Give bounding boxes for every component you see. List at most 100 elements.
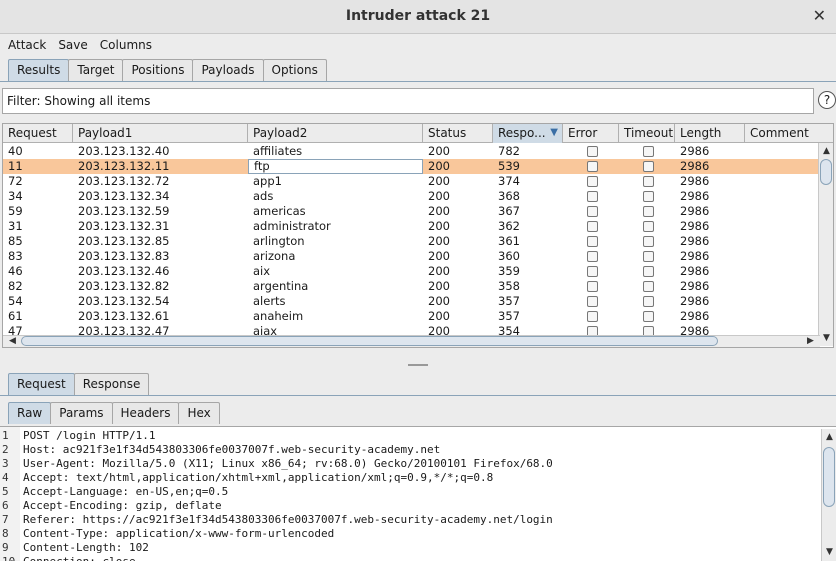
table-vscroll-thumb[interactable]: [820, 159, 832, 185]
table-row[interactable]: 85 203.123.132.85 arlington 200 361 2986: [3, 234, 820, 249]
editor-vscroll[interactable]: ▲ ▼: [821, 429, 836, 561]
error-checkbox[interactable]: [587, 206, 598, 217]
error-checkbox[interactable]: [587, 161, 598, 172]
timeout-checkbox[interactable]: [643, 236, 654, 247]
menu-attack[interactable]: Attack: [0, 35, 50, 52]
tab-response[interactable]: Response: [73, 373, 150, 395]
tab-results[interactable]: Results: [8, 59, 70, 81]
menu-save[interactable]: Save: [50, 35, 91, 52]
table-cell: americas: [253, 204, 306, 218]
table-cell: 203.123.132.34: [78, 189, 170, 203]
tab-request[interactable]: Request: [8, 373, 75, 395]
col-comment[interactable]: Comment: [745, 124, 833, 143]
timeout-checkbox[interactable]: [643, 296, 654, 307]
table-cell: 203.123.132.31: [78, 219, 170, 233]
timeout-checkbox[interactable]: [643, 146, 654, 157]
tab-target[interactable]: Target: [68, 59, 124, 81]
table-vscroll[interactable]: ▲ ▼: [818, 143, 833, 346]
line-number: 1: [2, 429, 9, 442]
request-editor[interactable]: 1 POST /login HTTP/1.1 2 Host: ac921f3e1f34…: [0, 426, 836, 561]
filter-bar[interactable]: Filter: Showing all items: [2, 88, 814, 114]
line-text: Host: ac921f3e1f34d543803306fe0037007f.w…: [23, 443, 441, 456]
error-checkbox[interactable]: [587, 296, 598, 307]
table-cell: 34: [8, 189, 23, 203]
error-checkbox[interactable]: [587, 176, 598, 187]
editor-scroll-down-icon[interactable]: ▼: [822, 547, 836, 557]
help-icon[interactable]: ?: [818, 91, 836, 109]
table-cell: 200: [428, 174, 450, 188]
tab-options[interactable]: Options: [262, 59, 327, 81]
editor-scroll-up-icon[interactable]: ▲: [822, 432, 836, 442]
table-cell: 357: [498, 294, 520, 308]
col-payload1[interactable]: Payload1: [73, 124, 248, 143]
table-row[interactable]: 59 203.123.132.59 americas 200 367 2986: [3, 204, 820, 219]
col-response[interactable]: Respo... ▼: [493, 124, 563, 143]
table-row[interactable]: 82 203.123.132.82 argentina 200 358 2986: [3, 279, 820, 294]
table-row[interactable]: 31 203.123.132.31 administrator 200 362 2986: [3, 219, 820, 234]
table-row[interactable]: 46 203.123.132.46 aix 200 359 2986: [3, 264, 820, 279]
scroll-down-icon[interactable]: ▼: [819, 333, 833, 343]
tab-hex[interactable]: Hex: [178, 402, 220, 424]
table-row[interactable]: 72 203.123.132.72 app1 200 374 2986: [3, 174, 820, 189]
line-number: 10: [2, 555, 18, 561]
error-checkbox[interactable]: [587, 281, 598, 292]
error-checkbox[interactable]: [587, 191, 598, 202]
splitter-grip[interactable]: [408, 364, 428, 366]
editor-vscroll-thumb[interactable]: [823, 447, 835, 507]
tab-payloads[interactable]: Payloads: [192, 59, 264, 81]
timeout-checkbox[interactable]: [643, 191, 654, 202]
error-checkbox[interactable]: [587, 221, 598, 232]
table-cell: 72: [8, 174, 23, 188]
col-status[interactable]: Status: [423, 124, 493, 143]
error-checkbox[interactable]: [587, 251, 598, 262]
error-checkbox[interactable]: [587, 266, 598, 277]
timeout-checkbox[interactable]: [643, 221, 654, 232]
table-cell: argentina: [253, 279, 309, 293]
table-cell: 200: [428, 219, 450, 233]
table-cell: 203.123.132.59: [78, 204, 170, 218]
col-length[interactable]: Length: [675, 124, 745, 143]
error-checkbox[interactable]: [587, 236, 598, 247]
table-cell: 40: [8, 144, 23, 158]
error-checkbox[interactable]: [587, 146, 598, 157]
table-cell: 203.123.132.72: [78, 174, 170, 188]
timeout-checkbox[interactable]: [643, 206, 654, 217]
table-row[interactable]: 11 203.123.132.11 ftp 200 539 2986: [3, 159, 820, 174]
col-payload2[interactable]: Payload2: [248, 124, 423, 143]
table-row[interactable]: 61 203.123.132.61 anaheim 200 357 2986: [3, 309, 820, 324]
table-row[interactable]: 34 203.123.132.34 ads 200 368 2986: [3, 189, 820, 204]
col-timeout[interactable]: Timeout: [619, 124, 675, 143]
scroll-left-icon[interactable]: ◀: [5, 336, 20, 346]
tab-positions[interactable]: Positions: [122, 59, 194, 81]
close-icon[interactable]: ✕: [813, 6, 826, 25]
table-row[interactable]: 40 203.123.132.40 affiliates 200 782 2986: [3, 144, 820, 159]
table-cell: 374: [498, 174, 520, 188]
pane-splitter[interactable]: [0, 362, 836, 368]
timeout-checkbox[interactable]: [643, 251, 654, 262]
tab-raw[interactable]: Raw: [8, 402, 52, 424]
table-row[interactable]: 83 203.123.132.83 arizona 200 360 2986: [3, 249, 820, 264]
table-row[interactable]: 54 203.123.132.54 alerts 200 357 2986: [3, 294, 820, 309]
tab-params[interactable]: Params: [50, 402, 113, 424]
timeout-checkbox[interactable]: [643, 311, 654, 322]
request-line: 1 POST /login HTTP/1.1: [0, 429, 820, 443]
timeout-checkbox[interactable]: [643, 266, 654, 277]
timeout-checkbox[interactable]: [643, 161, 654, 172]
table-hscroll[interactable]: ◀ ▶: [3, 335, 820, 347]
table-cell: 203.123.132.54: [78, 294, 170, 308]
table-cell: 200: [428, 264, 450, 278]
scroll-right-icon[interactable]: ▶: [803, 336, 818, 346]
col-error[interactable]: Error: [563, 124, 619, 143]
scroll-up-icon[interactable]: ▲: [819, 146, 833, 156]
request-line: 4 Accept: text/html,application/xhtml+xml…: [0, 471, 820, 485]
col-request[interactable]: Request: [3, 124, 73, 143]
table-cell: 2986: [680, 249, 710, 263]
error-checkbox[interactable]: [587, 311, 598, 322]
table-cell: 46: [8, 264, 23, 278]
timeout-checkbox[interactable]: [643, 176, 654, 187]
table-cell: 2986: [680, 144, 710, 158]
menu-columns[interactable]: Columns: [92, 35, 156, 52]
timeout-checkbox[interactable]: [643, 281, 654, 292]
tab-headers[interactable]: Headers: [111, 402, 180, 424]
table-hscroll-thumb[interactable]: [21, 336, 718, 346]
